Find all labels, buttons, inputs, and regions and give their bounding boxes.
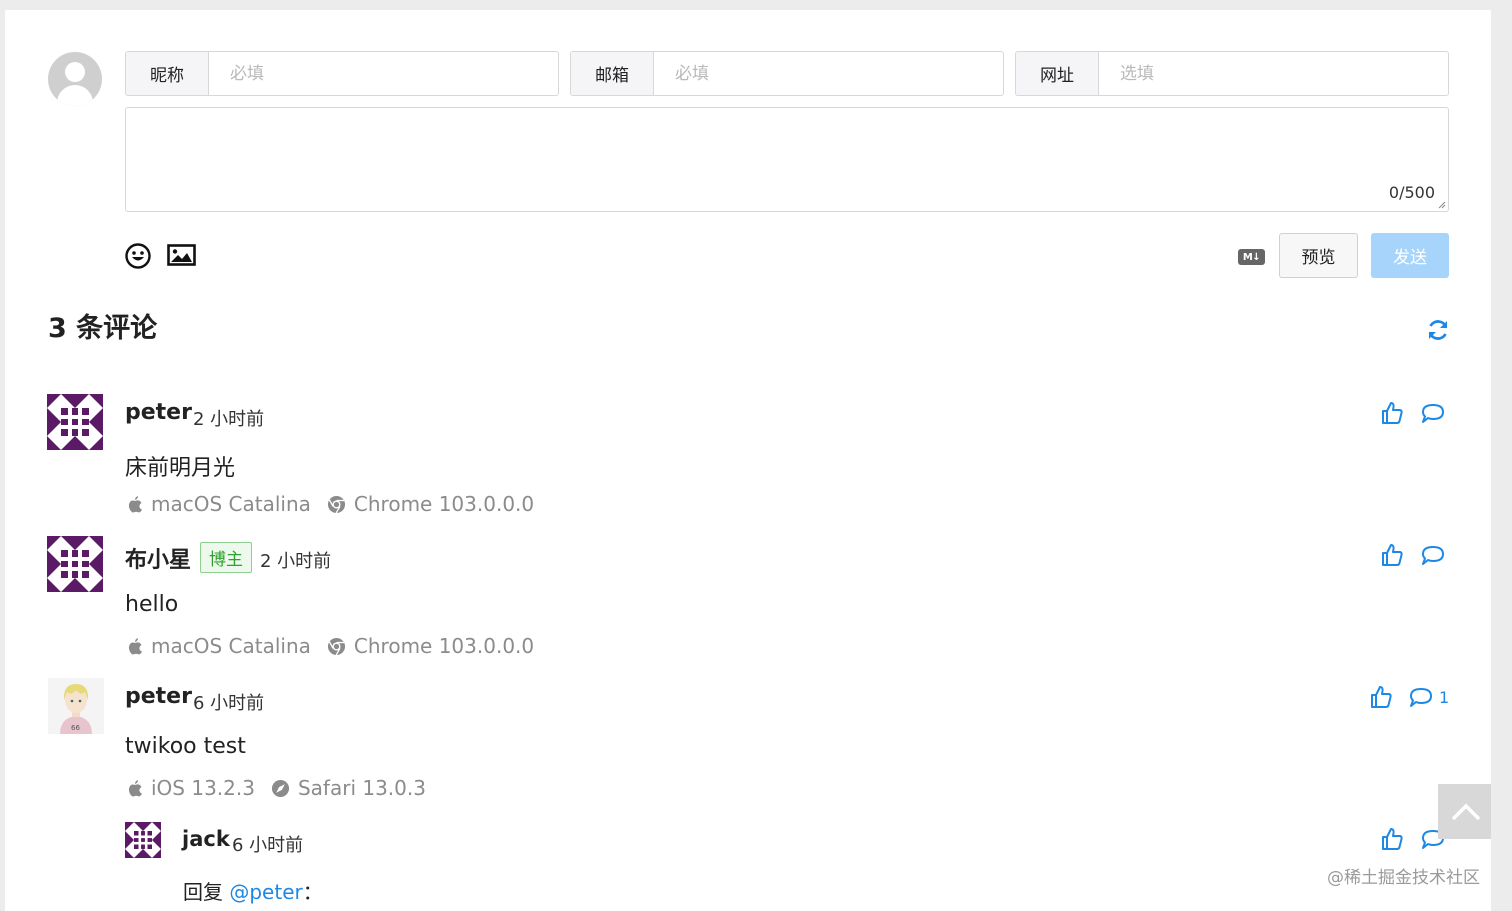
comment-time: 2 小时前 <box>260 551 332 572</box>
identicon-avatar <box>47 536 103 592</box>
comment-textarea[interactable] <box>126 108 1448 211</box>
identicon-avatar <box>47 394 103 450</box>
comment-os: macOS Catalina <box>151 492 311 516</box>
reply-prefix: 回复 <box>183 880 223 904</box>
avatar-placeholder-icon <box>48 52 102 106</box>
reply-content: 回复 @peter： <box>183 876 323 905</box>
identicon-avatar <box>125 822 161 858</box>
comment-browser: Chrome 103.0.0.0 <box>353 634 535 658</box>
comment-meta: macOS Catalina Chrome 103.0.0.0 <box>127 634 534 658</box>
website-field-group: 网址 <box>1015 51 1449 96</box>
emoji-icon[interactable] <box>125 243 151 269</box>
markdown-icon[interactable]: M↓ <box>1238 249 1265 265</box>
comment-content: twikoo test <box>125 734 246 759</box>
svg-text:66: 66 <box>71 724 80 732</box>
reply-suffix: ： <box>302 880 323 904</box>
back-to-top-button[interactable] <box>1438 784 1491 839</box>
chrome-icon <box>327 495 345 513</box>
send-button[interactable]: 发送 <box>1371 233 1449 278</box>
comment-browser: Chrome 103.0.0.0 <box>353 492 535 516</box>
comment-browser: Safari 13.0.3 <box>297 776 426 800</box>
thumbs-up-icon[interactable] <box>1381 827 1403 851</box>
comment-meta: macOS Catalina Chrome 103.0.0.0 <box>127 492 534 516</box>
safari-icon <box>271 779 290 797</box>
website-input[interactable] <box>1099 52 1448 95</box>
reply-time: 6 小时前 <box>232 835 304 856</box>
website-label: 网址 <box>1016 52 1099 95</box>
resize-grip-icon[interactable] <box>1436 199 1446 209</box>
nickname-input[interactable] <box>209 52 558 95</box>
thumbs-up-icon[interactable] <box>1381 401 1403 425</box>
apple-icon <box>128 496 142 513</box>
apple-icon <box>128 638 142 655</box>
preview-button[interactable]: 预览 <box>1279 233 1358 278</box>
comment-textarea-wrap: 0/500 <box>125 107 1449 212</box>
comment-content: hello <box>125 592 179 617</box>
nickname-label: 昵称 <box>126 52 209 95</box>
comment-nick[interactable]: 布小星 <box>125 542 191 574</box>
comment-time: 2 小时前 <box>193 409 265 430</box>
back-to-top-icon <box>1451 803 1480 820</box>
reply-nick[interactable]: jack <box>182 827 230 851</box>
comment-meta: iOS 13.2.3 Safari 13.0.3 <box>127 776 426 800</box>
comment-nick[interactable]: peter <box>125 400 192 425</box>
thumbs-up-icon[interactable] <box>1370 685 1392 709</box>
comment-icon[interactable] <box>1421 545 1445 566</box>
comment-card: 昵称 邮箱 网址 0/500 M↓ 预览 发送 3 条评论 <box>5 10 1491 911</box>
comment-os: iOS 13.2.3 <box>151 776 255 800</box>
char-counter: 0/500 <box>1388 183 1435 202</box>
watermark: @稀土掘金技术社区 <box>1327 868 1480 888</box>
owner-badge: 博主 <box>200 542 252 573</box>
comment-content: 床前明月光 <box>125 456 236 481</box>
reply-count: 1 <box>1439 688 1450 707</box>
comment-icon[interactable] <box>1421 403 1445 424</box>
email-field-group: 邮箱 <box>570 51 1004 96</box>
apple-icon <box>128 780 142 797</box>
email-input[interactable] <box>654 52 1003 95</box>
image-icon[interactable] <box>167 243 196 267</box>
nickname-field-group: 昵称 <box>125 51 559 96</box>
comment-os: macOS Catalina <box>151 634 311 658</box>
comment-count-title: 3 条评论 <box>48 313 158 344</box>
thumbs-up-icon[interactable] <box>1381 543 1403 567</box>
comment-icon[interactable] <box>1409 687 1433 708</box>
comment-nick[interactable]: peter <box>125 684 192 709</box>
chrome-icon <box>327 637 345 655</box>
reply-mention-link[interactable]: @peter <box>229 880 302 904</box>
user-avatar: 66 <box>48 678 104 734</box>
refresh-icon[interactable] <box>1426 318 1450 342</box>
email-label: 邮箱 <box>571 52 654 95</box>
comment-time: 6 小时前 <box>193 693 265 714</box>
